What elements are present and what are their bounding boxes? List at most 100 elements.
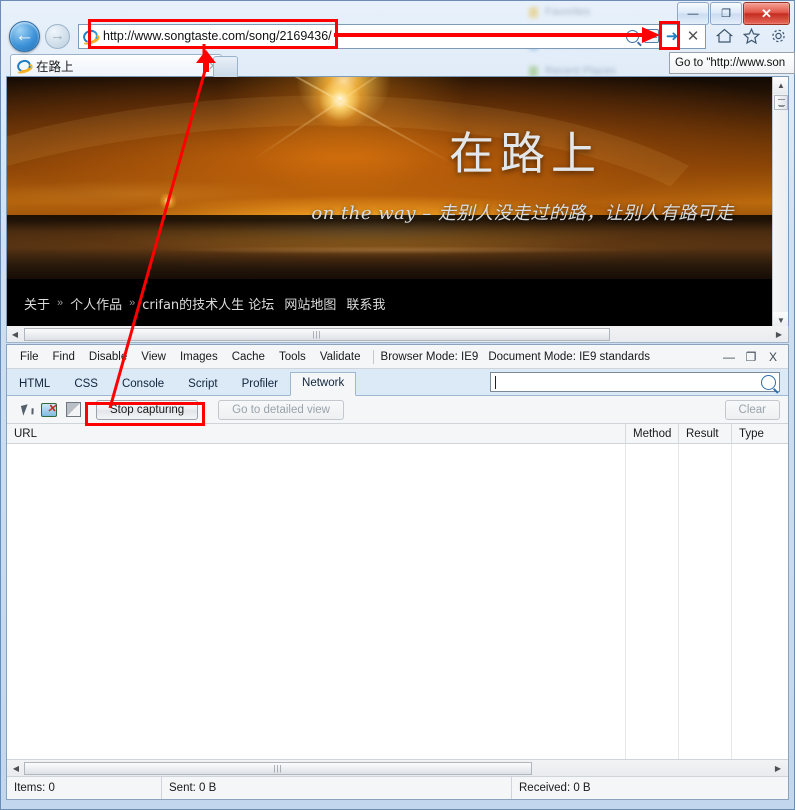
table-gridline-2	[678, 444, 679, 759]
home-icon[interactable]	[713, 25, 735, 47]
devtools-minimize-icon[interactable]: —	[720, 349, 738, 365]
column-header-url[interactable]: URL	[7, 423, 626, 444]
site-nav: 关于 » 个人作品 » crifan的技术人生 论坛 网站地图 联系我	[7, 279, 772, 327]
devtools-status-bar: Items: 0 Sent: 0 B Received: 0 B	[7, 777, 788, 799]
vertical-scroll-thumb[interactable]	[774, 95, 788, 110]
site-nav-item-about[interactable]: 关于	[19, 294, 55, 313]
contrast-icon[interactable]	[64, 401, 82, 419]
address-input[interactable]: http://www.songtaste.com/song/2169436/	[103, 29, 624, 43]
devtools-window-controls: — ❐ X	[720, 349, 788, 365]
blur-text-1: Favorites	[545, 6, 591, 18]
site-nav-separator-1: »	[57, 297, 64, 309]
network-toolbar: Stop capturing Go to detailed view Clear	[7, 396, 788, 424]
site-banner: 在路上 on the way – 走别人没走过的路，让别人有路可走	[7, 77, 772, 279]
window-controls: — ❐ ✕	[677, 2, 790, 25]
site-nav-item-sitemap[interactable]: 网站地图	[279, 294, 341, 313]
banner-subtitle: on the way – 走别人没走过的路，让别人有路可走	[311, 203, 734, 224]
column-header-type[interactable]: Type	[732, 424, 788, 444]
menu-find[interactable]: Find	[46, 351, 82, 363]
status-sent: Sent: 0 B	[162, 777, 512, 799]
scroll-right-arrow-icon[interactable]: ▶	[771, 327, 787, 342]
scroll-left-arrow-icon[interactable]: ◀	[7, 327, 23, 342]
restore-icon: ❐	[721, 8, 731, 20]
new-tab-button[interactable]	[213, 56, 238, 77]
menu-view[interactable]: View	[134, 351, 173, 363]
devtools-horizontal-scroll-thumb[interactable]: |||	[24, 761, 532, 775]
status-received: Received: 0 B	[519, 782, 591, 794]
back-button[interactable]: ←	[9, 20, 40, 52]
search-icon[interactable]	[761, 374, 776, 390]
ie-logo-icon	[80, 27, 101, 46]
page-vertical-scrollbar[interactable]: ▲ ▼	[772, 77, 788, 329]
tab-network[interactable]: Network	[290, 372, 357, 396]
tab-title: 在路上	[36, 60, 74, 74]
table-gridline-3	[731, 444, 732, 759]
address-bar-icons: ➜ ✕	[624, 26, 705, 46]
site-nav-item-contact[interactable]: 联系我	[341, 294, 390, 313]
network-table-header: URL Method Result Type	[7, 423, 788, 444]
network-table-body[interactable]	[7, 444, 788, 760]
banner-title: 在路上	[448, 127, 602, 180]
site-nav-item-forum[interactable]: crifan的技术人生 论坛	[137, 294, 279, 313]
stop-capturing-button[interactable]: Stop capturing	[96, 399, 199, 420]
menu-images[interactable]: Images	[173, 351, 225, 363]
gear-icon[interactable]	[767, 25, 789, 47]
cursor-select-icon[interactable]	[16, 401, 34, 419]
search-caret	[495, 375, 496, 389]
network-horizontal-scrollbar[interactable]: ◀ ||| ▶	[7, 760, 788, 777]
menubar-divider	[372, 349, 374, 364]
page-content: 在路上 on the way – 走别人没走过的路，让别人有路可走 关于 » 个…	[7, 77, 772, 329]
devtools-search-input[interactable]	[490, 372, 780, 392]
go-to-detailed-view-button[interactable]: Go to detailed view	[218, 399, 344, 420]
devtools-restore-icon[interactable]: ❐	[742, 349, 760, 365]
tab-css[interactable]: CSS	[62, 373, 110, 395]
developer-tools-panel: File Find Disable View Images Cache Tool…	[6, 344, 789, 800]
restore-button[interactable]: ❐	[710, 2, 742, 25]
minimize-icon: —	[687, 7, 699, 20]
menu-validate[interactable]: Validate	[313, 351, 368, 363]
search-icon[interactable]	[624, 27, 641, 46]
page-viewport: 在路上 on the way – 走别人没走过的路，让别人有路可走 关于 » 个…	[6, 76, 789, 330]
address-bar[interactable]: http://www.songtaste.com/song/2169436/ ➜…	[78, 23, 706, 49]
menu-tools[interactable]: Tools	[272, 351, 313, 363]
devtools-close-icon[interactable]: X	[764, 349, 782, 365]
page-horizontal-scrollbar[interactable]: ◀ ||| ▶	[6, 326, 789, 343]
ie-logo-icon	[14, 57, 34, 75]
go-arrow-icon[interactable]: ➜	[662, 26, 682, 46]
horizontal-scroll-thumb[interactable]: |||	[24, 327, 610, 341]
tab-html[interactable]: HTML	[7, 373, 62, 395]
scroll-up-arrow-icon[interactable]: ▲	[773, 77, 788, 94]
forward-button[interactable]: →	[45, 23, 70, 49]
document-mode-label[interactable]: Document Mode: IE9 standards	[486, 351, 658, 363]
tab-script[interactable]: Script	[176, 373, 229, 395]
menu-file[interactable]: File	[13, 351, 46, 363]
stop-icon[interactable]: ✕	[684, 27, 702, 46]
devtools-tab-bar: HTML CSS Console Script Profiler Network	[7, 369, 788, 396]
compatibility-view-icon[interactable]	[643, 27, 660, 46]
browser-mode-label[interactable]: Browser Mode: IE9	[379, 351, 487, 363]
devtools-scroll-right-arrow-icon[interactable]: ▶	[770, 761, 786, 776]
tab-console[interactable]: Console	[110, 373, 176, 395]
browser-window: Favorites Downloads Recent Places — ❐ ✕ …	[0, 0, 795, 810]
column-header-method[interactable]: Method	[626, 423, 679, 444]
forward-arrow-icon: →	[50, 27, 65, 44]
menu-disable[interactable]: Disable	[82, 351, 134, 363]
menu-cache[interactable]: Cache	[225, 351, 272, 363]
browser-tab-active[interactable]: 在路上 ✕	[10, 54, 222, 76]
disable-images-icon[interactable]	[40, 401, 58, 419]
star-icon[interactable]	[740, 25, 762, 47]
back-arrow-icon: ←	[15, 24, 34, 46]
go-button-tooltip: Go to "http://www.son	[669, 52, 795, 74]
clear-button[interactable]: Clear	[724, 399, 780, 420]
devtools-menubar: File Find Disable View Images Cache Tool…	[7, 345, 788, 369]
site-nav-item-works[interactable]: 个人作品	[65, 294, 127, 313]
navigation-bar: ← → http://www.songtaste.com/song/216943…	[0, 18, 795, 54]
banner-lensflare	[304, 77, 375, 127]
banner-spark	[156, 194, 179, 209]
table-gridline-1	[625, 444, 626, 759]
devtools-scroll-left-arrow-icon[interactable]: ◀	[8, 761, 24, 776]
minimize-button[interactable]: —	[677, 2, 709, 25]
column-header-result[interactable]: Result	[679, 423, 732, 444]
tab-profiler[interactable]: Profiler	[230, 373, 290, 395]
close-button[interactable]: ✕	[743, 2, 790, 25]
